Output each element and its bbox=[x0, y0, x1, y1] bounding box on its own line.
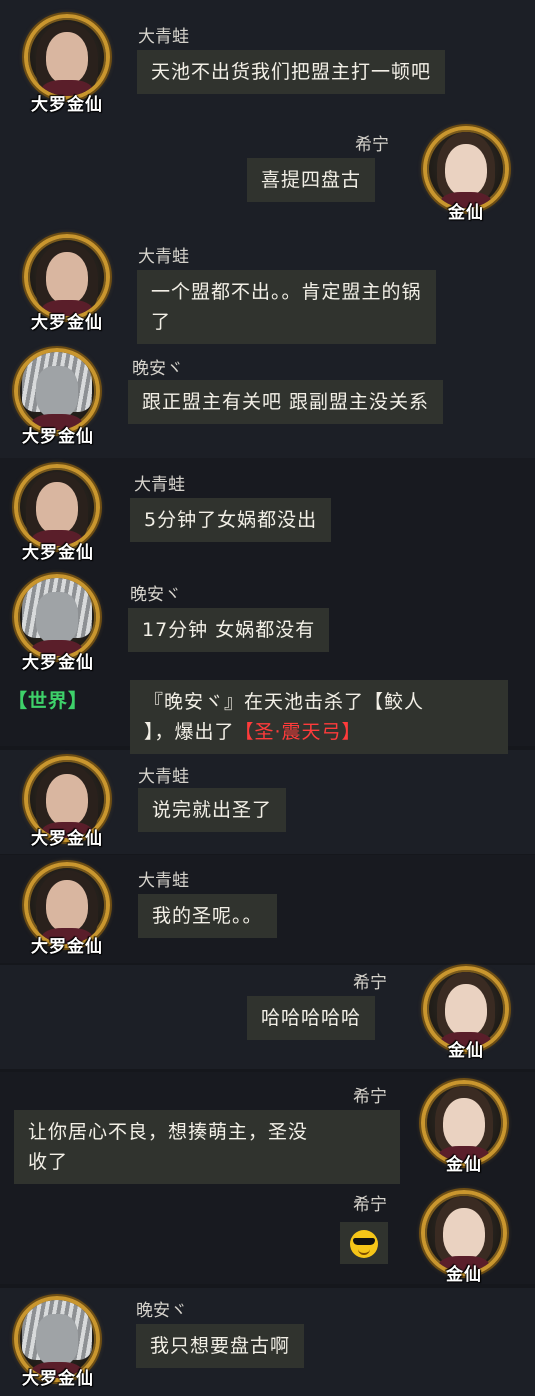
rank-label: 大罗金仙 bbox=[31, 95, 103, 115]
message-bubble: 我只想要盘古啊 bbox=[136, 1324, 305, 1368]
sender-name[interactable]: 晚安ヾ bbox=[130, 580, 181, 605]
chat-message: 希宁 喜提四盘古 金仙 bbox=[0, 124, 535, 224]
rank-label: 大罗金仙 bbox=[31, 313, 103, 333]
rank-label: 金仙 bbox=[446, 1155, 482, 1175]
sender-name[interactable]: 晚安ヾ bbox=[132, 354, 183, 379]
item-link[interactable]: 【圣·震天弓】 bbox=[235, 721, 362, 743]
chat-message: 希宁 金仙 bbox=[0, 1186, 535, 1286]
player-avatar[interactable] bbox=[24, 14, 110, 100]
sender-name[interactable]: 大青蛙 bbox=[134, 470, 185, 495]
message-bubble: 跟正盟主有关吧 跟副盟主没关系 bbox=[128, 380, 444, 424]
sender-name[interactable]: 希宁 bbox=[355, 130, 389, 155]
message-bubble: 5分钟了女娲都没出 bbox=[130, 498, 332, 542]
chat-message: 大罗金仙 晚安ヾ 我只想要盘古啊 bbox=[0, 1296, 535, 1396]
chat-message: 希宁 哈哈哈哈哈 金仙 bbox=[0, 966, 535, 1066]
rank-label: 大罗金仙 bbox=[31, 829, 103, 849]
message-bubble: 让你居心不良，想揍萌主，圣没 收了 bbox=[14, 1110, 400, 1184]
system-bubble: 『晚安ヾ』在天池击杀了【鲛人 】，爆出了【圣·震天弓】 bbox=[130, 680, 508, 754]
sender-name[interactable]: 大青蛙 bbox=[138, 762, 189, 787]
rank-label: 大罗金仙 bbox=[31, 937, 103, 957]
system-message: 【世界】 『晚安ヾ』在天池击杀了【鲛人 】，爆出了【圣·震天弓】 bbox=[0, 680, 535, 754]
chat-message: 大罗金仙 晚安ヾ 跟正盟主有关吧 跟副盟主没关系 bbox=[0, 348, 535, 448]
message-bubble: 17分钟 女娲都没有 bbox=[128, 608, 330, 652]
rank-label: 金仙 bbox=[446, 1265, 482, 1285]
message-bubble bbox=[340, 1222, 388, 1264]
chat-message: 大罗金仙 大青蛙 我的圣呢。。 bbox=[0, 862, 535, 962]
rank-label: 大罗金仙 bbox=[22, 1369, 94, 1389]
rank-label: 大罗金仙 bbox=[22, 427, 94, 447]
message-bubble: 说完就出圣了 bbox=[138, 788, 287, 832]
sender-name[interactable]: 大青蛙 bbox=[138, 242, 189, 267]
sender-name[interactable]: 希宁 bbox=[353, 1190, 387, 1215]
message-bubble: 我的圣呢。。 bbox=[138, 894, 277, 938]
message-bubble: 天池不出货我们把盟主打一顿吧 bbox=[137, 50, 446, 94]
system-line: 『晚安ヾ』在天池击杀了【鲛人 bbox=[144, 691, 425, 713]
sender-name[interactable]: 希宁 bbox=[353, 1082, 387, 1107]
chat-message: 大罗金仙 晚安ヾ 17分钟 女娲都没有 bbox=[0, 574, 535, 674]
chat-message: 大罗金仙 大青蛙 5分钟了女娲都没出 bbox=[0, 464, 535, 564]
message-line: 让你居心不良，想揍萌主，圣没 bbox=[28, 1121, 309, 1143]
world-channel-tag[interactable]: 【世界】 bbox=[8, 686, 88, 713]
sender-name[interactable]: 大青蛙 bbox=[138, 22, 189, 47]
message-bubble: 哈哈哈哈哈 bbox=[247, 996, 376, 1040]
chat-message: 大罗金仙 大青蛙 天池不出货我们把盟主打一顿吧 bbox=[0, 14, 535, 115]
rank-label: 大罗金仙 bbox=[22, 543, 94, 563]
system-line: 】，爆出了 bbox=[144, 721, 235, 743]
message-line: 一个盟都不出。。肯定盟主的锅 bbox=[151, 281, 422, 303]
rank-label: 金仙 bbox=[448, 1041, 484, 1061]
message-bubble: 一个盟都不出。。肯定盟主的锅 了 bbox=[137, 270, 436, 344]
sender-name[interactable]: 晚安ヾ bbox=[136, 1296, 187, 1321]
message-line: 收了 bbox=[28, 1151, 69, 1173]
sunglasses-emoji-icon bbox=[350, 1229, 378, 1258]
chat-message: 希宁 让你居心不良，想揍萌主，圣没 收了 金仙 bbox=[0, 1078, 535, 1188]
message-line: 了 bbox=[151, 311, 172, 333]
message-bubble: 喜提四盘古 bbox=[247, 158, 376, 202]
chat-message: 大罗金仙 大青蛙 一个盟都不出。。肯定盟主的锅 了 bbox=[0, 234, 535, 344]
sender-name[interactable]: 希宁 bbox=[353, 968, 387, 993]
rank-label: 大罗金仙 bbox=[22, 653, 94, 673]
sender-name[interactable]: 大青蛙 bbox=[138, 866, 189, 891]
rank-label: 金仙 bbox=[448, 203, 484, 223]
chat-message: 大罗金仙 大青蛙 说完就出圣了 bbox=[0, 756, 535, 856]
